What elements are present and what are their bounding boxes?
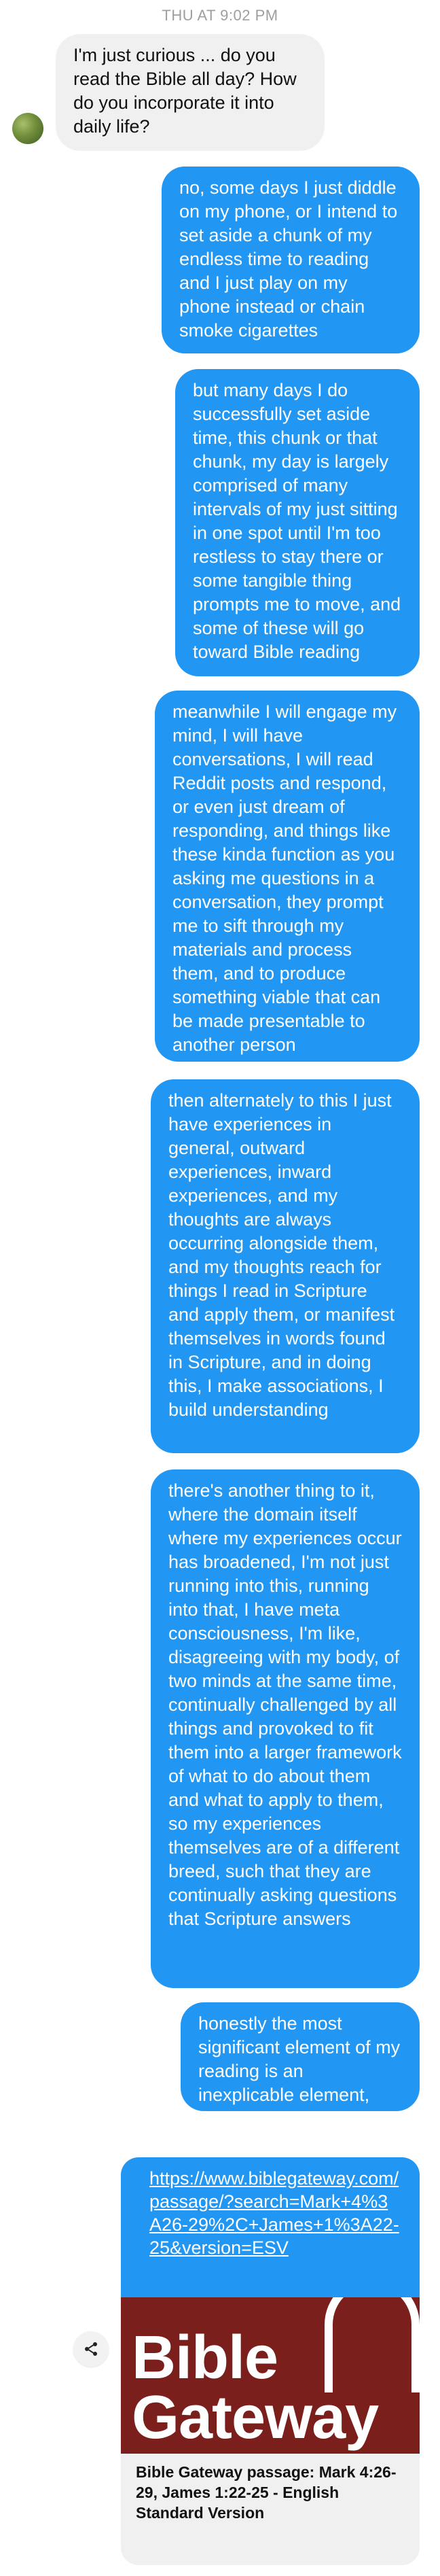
avatar[interactable] [12, 113, 43, 144]
link-preview-card[interactable]: https://www.biblegateway.com/passage/?se… [121, 2157, 420, 2565]
conversation-timestamp: THU AT 9:02 PM [162, 7, 278, 24]
link-title[interactable]: Bible Gateway passage: Mark 4:26-29, Jam… [121, 2454, 420, 2523]
preview-brand-line2: Gateway [132, 2384, 379, 2452]
gateway-arch-logo [325, 2297, 420, 2392]
link-url[interactable]: https://www.biblegateway.com/passage/?se… [149, 2167, 399, 2259]
outgoing-message[interactable]: meanwhile I will engage my mind, I will … [155, 691, 420, 1062]
outgoing-message[interactable]: there's another thing to it, where the d… [151, 1469, 420, 1988]
share-button[interactable] [73, 2331, 109, 2367]
link-url-container: https://www.biblegateway.com/passage/?se… [121, 2157, 420, 2297]
outgoing-message[interactable]: but many days I do successfully set asid… [175, 369, 420, 676]
share-icon [85, 2342, 97, 2356]
outgoing-message[interactable]: no, some days I just diddle on my phone,… [162, 167, 420, 353]
link-preview-image[interactable]: Bible Gateway [121, 2297, 420, 2454]
outgoing-message[interactable]: honestly the most significant element of… [181, 2002, 420, 2153]
preview-brand-line1: Bible [132, 2324, 278, 2392]
outgoing-message[interactable]: then alternately to this I just have exp… [151, 1079, 420, 1453]
incoming-message[interactable]: I'm just curious ... do you read the Bib… [56, 34, 325, 151]
